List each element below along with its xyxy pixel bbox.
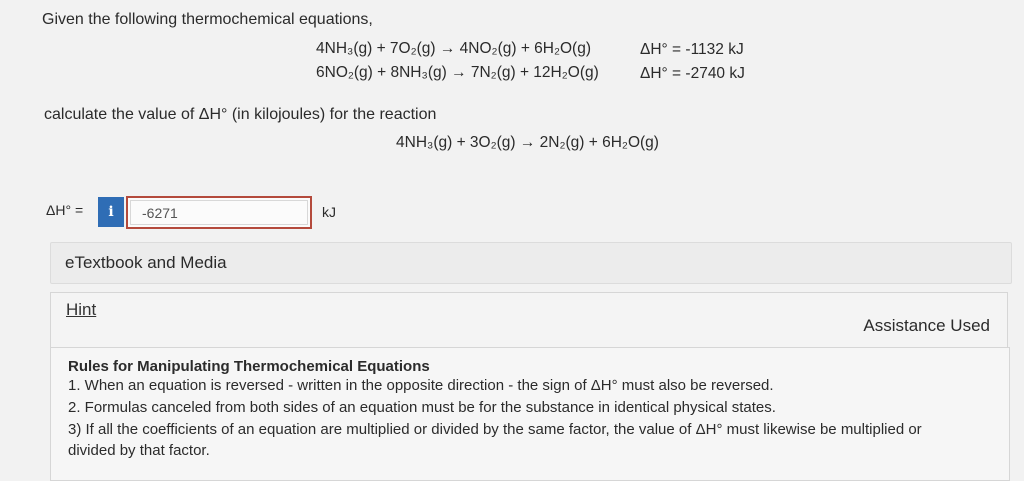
question-intro: Given the following thermochemical equat… [42, 11, 373, 28]
hint-link[interactable]: Hint [66, 300, 96, 320]
calculate-prompt: calculate the value of ΔH° (in kilojoule… [44, 106, 437, 123]
question-page: Given the following thermochemical equat… [0, 0, 1024, 481]
answer-input[interactable] [126, 196, 312, 229]
equation-2-delta-h: ΔH° = -2740 kJ [640, 65, 745, 82]
rule-1: 1. When an equation is reversed - writte… [68, 377, 774, 394]
rule-2: 2. Formulas canceled from both sides of … [68, 399, 776, 416]
etextbook-media-panel[interactable]: eTextbook and Media [50, 242, 1012, 284]
etextbook-media-label: eTextbook and Media [65, 253, 227, 272]
rule-3: 3) If all the coefficients of an equatio… [68, 421, 922, 438]
equation-1: 4NH₃(g) + 7O₂(g) → 4NO₂(g) + 6H₂O(g) [316, 40, 592, 57]
rule-3-continued: divided by that factor. [68, 442, 210, 459]
info-icon[interactable]: i [98, 197, 124, 227]
answer-units: kJ [322, 204, 336, 220]
assistance-used-label: Assistance Used [863, 316, 990, 335]
rules-title: Rules for Manipulating Thermochemical Eq… [68, 358, 430, 375]
answer-label: ΔH° = [46, 202, 84, 218]
target-reaction: 4NH₃(g) + 3O₂(g) → 2N₂(g) + 6H₂O(g) [396, 134, 659, 151]
equation-2: 6NO₂(g) + 8NH₃(g) → 7N₂(g) + 12H₂O(g) [316, 64, 599, 81]
equation-1-delta-h: ΔH° = -1132 kJ [640, 41, 744, 58]
